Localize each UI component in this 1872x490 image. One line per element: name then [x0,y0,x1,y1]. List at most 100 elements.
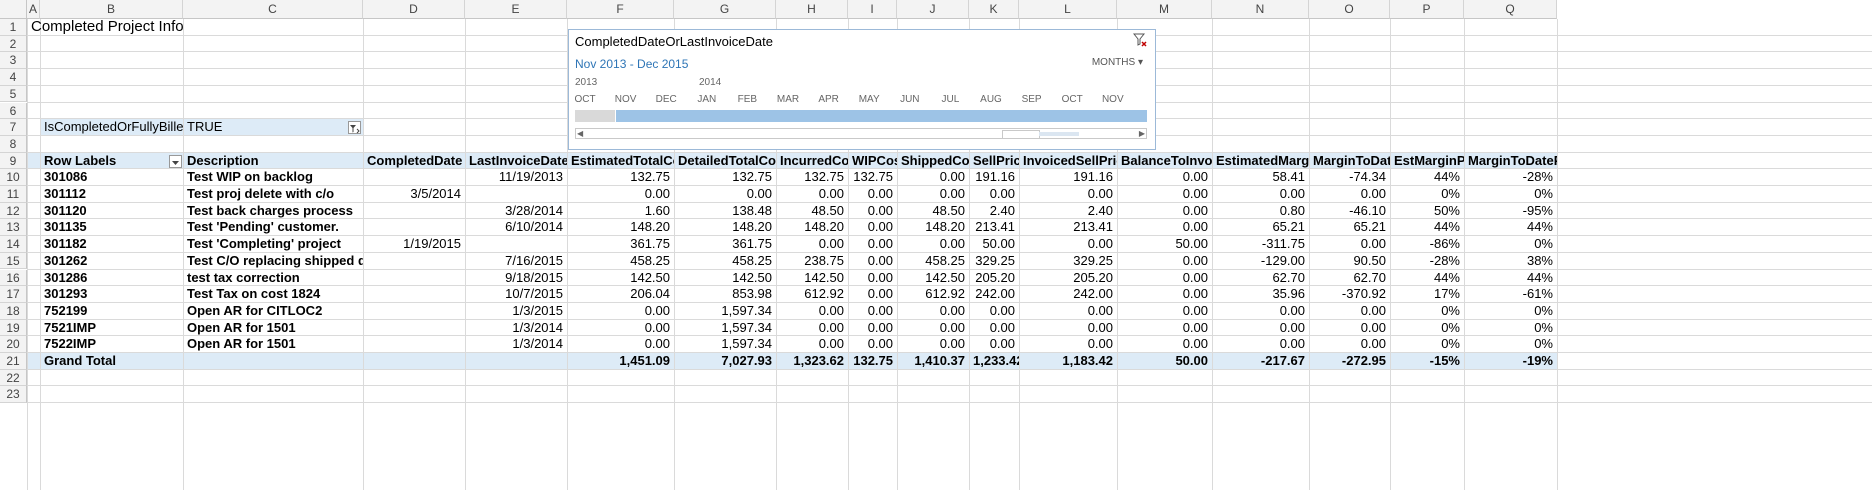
table-cell[interactable]: -61% [1464,286,1557,303]
table-cell[interactable]: 242.00 [1019,286,1117,303]
table-cell[interactable]: -28% [1464,169,1557,186]
table-cell[interactable]: 50.00 [1117,236,1212,253]
row-header-8[interactable]: 8 [0,135,27,153]
report-title[interactable]: Completed Project Info [27,18,363,36]
table-cell[interactable]: 0% [1464,336,1557,353]
row-label[interactable]: 752199 [40,303,183,320]
table-cell[interactable]: 44% [1390,169,1464,186]
table-cell[interactable]: 205.20 [1019,270,1117,287]
row-header-1[interactable]: 1 [0,19,27,36]
row-header-15[interactable]: 15 [0,252,27,270]
table-cell[interactable]: 90.50 [1309,253,1390,270]
table-cell[interactable]: 58.41 [1212,169,1309,186]
timeline-month-label[interactable]: MAY [849,94,889,105]
table-cell[interactable]: Test 'Pending' customer. [183,219,363,236]
table-cell[interactable]: 0.00 [1117,169,1212,186]
row-header-22[interactable]: 22 [0,369,27,387]
table-cell[interactable]: 213.41 [1019,219,1117,236]
table-cell[interactable]: Open AR for 1501 [183,320,363,337]
grand-total-cell[interactable]: 1,233.42 [969,353,1019,370]
row-header-13[interactable]: 13 [0,219,27,237]
row-header-10[interactable]: 10 [0,169,27,186]
table-cell[interactable] [363,219,465,236]
row-header-18[interactable]: 18 [0,302,27,320]
grand-total-cell[interactable]: -15% [1390,353,1464,370]
table-cell[interactable]: Test 'Completing' project [183,236,363,253]
column-label[interactable]: WIPCost [848,153,897,170]
table-cell[interactable]: 17% [1390,286,1464,303]
table-cell[interactable]: 0% [1464,186,1557,203]
table-cell[interactable]: 361.75 [567,236,674,253]
table-cell[interactable]: 44% [1390,270,1464,287]
table-cell[interactable]: 10/7/2015 [465,286,567,303]
table-cell[interactable]: 0.00 [897,320,969,337]
timeline-month-label[interactable]: FEB [727,94,767,105]
table-cell[interactable]: 0.00 [897,303,969,320]
table-cell[interactable]: 0.00 [848,253,897,270]
table-cell[interactable]: 1/3/2014 [465,336,567,353]
table-cell[interactable]: 329.25 [1019,253,1117,270]
table-cell[interactable]: 329.25 [969,253,1019,270]
column-label[interactable]: BalanceToInvoice [1117,153,1212,170]
table-cell[interactable] [363,303,465,320]
table-cell[interactable]: 148.20 [567,219,674,236]
table-cell[interactable]: 0.00 [848,320,897,337]
table-cell[interactable]: 6/10/2014 [465,219,567,236]
grand-total-label[interactable]: Grand Total [40,353,183,370]
table-cell[interactable]: 142.50 [897,270,969,287]
table-cell[interactable]: 0.00 [567,303,674,320]
table-cell[interactable]: 0.00 [848,219,897,236]
table-cell[interactable]: 0.00 [897,186,969,203]
row-header-6[interactable]: 6 [0,102,27,120]
table-cell[interactable]: 62.70 [1309,270,1390,287]
table-cell[interactable]: 7/16/2015 [465,253,567,270]
column-label[interactable]: EstMarginPct [1390,153,1464,170]
column-label[interactable]: Description [183,153,363,170]
column-header-b[interactable]: B [40,0,183,19]
timeline-month-label[interactable]: AUG [971,94,1011,105]
row-header-14[interactable]: 14 [0,236,27,253]
scroll-right-icon[interactable]: ▶ [1139,129,1145,138]
column-header-l[interactable]: L [1019,0,1117,19]
table-cell[interactable]: 2.40 [969,203,1019,220]
select-all-corner[interactable] [0,0,27,19]
row-header-20[interactable]: 20 [0,336,27,353]
column-header-d[interactable]: D [363,0,465,19]
row-header-21[interactable]: 21 [0,353,27,370]
row-header-12[interactable]: 12 [0,202,27,220]
table-cell[interactable]: 0.00 [1117,286,1212,303]
timeline-month-label[interactable]: JAN [687,94,727,105]
timeline-month-label[interactable]: DEC [646,94,686,105]
timeline-month-label[interactable]: SEP [1012,94,1052,105]
table-cell[interactable]: 132.75 [776,169,848,186]
table-cell[interactable]: 853.98 [674,286,776,303]
table-cell[interactable]: 0.00 [1019,336,1117,353]
table-cell[interactable]: 0.00 [897,336,969,353]
table-cell[interactable]: 238.75 [776,253,848,270]
timeline-month-label[interactable]: NOV [606,94,646,105]
column-header-c[interactable]: C [183,0,363,19]
column-header-k[interactable]: K [969,0,1019,19]
timeline-month-label[interactable]: OCT [565,94,605,105]
timeline-slicer[interactable]: CompletedDateOrLastInvoiceDate Nov 2013 … [568,29,1156,150]
table-cell[interactable]: 0% [1390,186,1464,203]
table-cell[interactable]: 0% [1390,320,1464,337]
table-cell[interactable]: 3/28/2014 [465,203,567,220]
table-cell[interactable]: 0.00 [897,169,969,186]
timeline-month-label[interactable]: NOV [1093,94,1133,105]
table-cell[interactable]: 148.20 [897,219,969,236]
column-label[interactable]: CompletedDate [363,153,465,170]
table-cell[interactable]: 3/5/2014 [363,186,465,203]
column-header-e[interactable]: E [465,0,567,19]
row-header-2[interactable]: 2 [0,35,27,53]
column-label[interactable]: LastInvoiceDate [465,153,567,170]
grand-total-cell[interactable]: 132.75 [848,353,897,370]
table-cell[interactable]: Test back charges process [183,203,363,220]
timeline-month-label[interactable]: JUL [930,94,970,105]
table-cell[interactable]: 0% [1390,336,1464,353]
table-cell[interactable]: 612.92 [776,286,848,303]
table-cell[interactable]: 50% [1390,203,1464,220]
table-cell[interactable]: 48.50 [776,203,848,220]
table-cell[interactable]: 65.21 [1309,219,1390,236]
clear-filter-icon[interactable] [1132,33,1147,47]
